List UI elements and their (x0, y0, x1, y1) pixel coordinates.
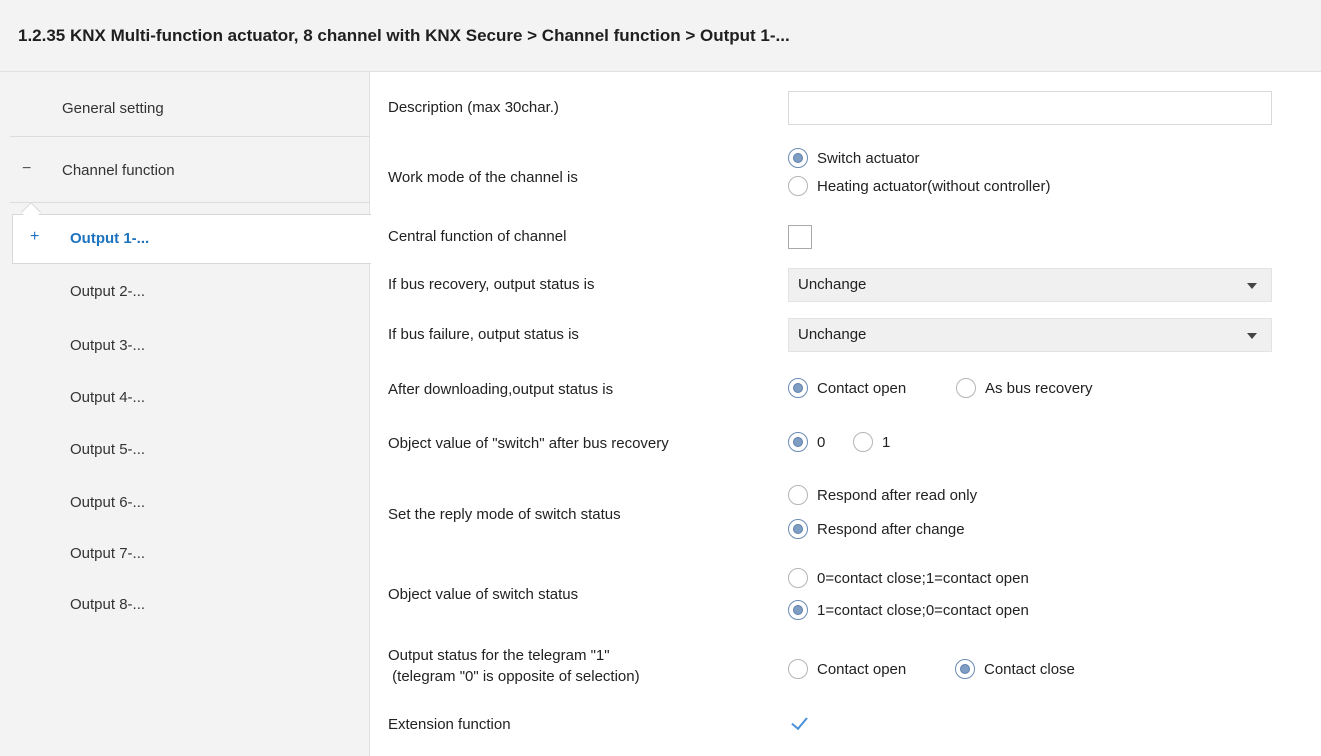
chevron-down-icon (1247, 333, 1257, 339)
radio-label: 0 (817, 433, 826, 451)
sidebar-item-label: Output 3-... (70, 337, 146, 354)
central-function-checkbox[interactable] (788, 225, 812, 249)
checkmark-icon[interactable] (788, 712, 812, 736)
divider (10, 202, 370, 203)
sidebar-item-output-6[interactable]: Output 6-... (0, 488, 370, 518)
window-title: 1.2.35 KNX Multi-function actuator, 8 ch… (18, 26, 790, 45)
bus-failure-select[interactable]: Unchange (788, 318, 1272, 352)
radio-label: As bus recovery (985, 379, 1093, 397)
radio-label: 0=contact close;1=contact open (817, 569, 1029, 587)
sidebar-item-output-5[interactable]: Output 5-... (0, 435, 370, 465)
sidebar-item-output-1[interactable]: + Output 1-... (0, 224, 370, 254)
sidebar-item-output-4[interactable]: Output 4-... (0, 383, 370, 413)
radio-respond-read-only[interactable]: Respond after read only (788, 485, 977, 505)
radio-unselected-icon (788, 176, 808, 196)
radio-unselected-icon (853, 432, 873, 452)
sidebar: General setting − Channel function (0, 72, 370, 756)
description-label: Description (max 30char.) (388, 99, 559, 116)
radio-as-bus-recovery[interactable]: As bus recovery (956, 378, 1093, 398)
radio-telegram-contact-open[interactable]: Contact open (788, 659, 906, 679)
radio-value-0[interactable]: 0 (788, 432, 825, 452)
object-switch-label: Object value of "switch" after bus recov… (388, 435, 669, 452)
radio-label: Respond after read only (817, 486, 978, 504)
radio-selected-icon (788, 600, 808, 620)
divider (10, 136, 370, 137)
radio-label: Contact close (984, 660, 1075, 678)
radio-unselected-icon (956, 378, 976, 398)
extension-label: Extension function (388, 716, 511, 733)
radio-telegram-contact-close[interactable]: Contact close (955, 659, 1075, 679)
radio-selected-icon (955, 659, 975, 679)
work-mode-label: Work mode of the channel is (388, 169, 578, 186)
sidebar-item-label: Channel function (62, 162, 175, 179)
radio-contact-open[interactable]: Contact open (788, 378, 906, 398)
radio-switch-actuator[interactable]: Switch actuator (788, 148, 920, 168)
sidebar-item-label: Output 7-... (70, 545, 146, 562)
radio-selected-icon (788, 148, 808, 168)
radio-value-1[interactable]: 1 (853, 432, 890, 452)
radio-selected-icon (788, 519, 808, 539)
description-input[interactable] (788, 91, 1272, 125)
sidebar-item-label: General setting (62, 100, 164, 117)
radio-selected-icon (788, 378, 808, 398)
radio-heating-actuator[interactable]: Heating actuator(without controller) (788, 176, 1050, 196)
radio-label: Respond after change (817, 520, 965, 538)
radio-unselected-icon (788, 659, 808, 679)
sidebar-item-label: Output 8-... (70, 596, 146, 613)
radio-unselected-icon (788, 568, 808, 588)
radio-respond-after-change[interactable]: Respond after change (788, 519, 965, 539)
sidebar-item-label: Output 5-... (70, 441, 146, 458)
select-value: Unchange (798, 276, 867, 293)
radio-label: Contact open (817, 660, 907, 678)
radio-label: 1 (882, 433, 891, 451)
radio-contact-close-0[interactable]: 0=contact close;1=contact open (788, 568, 1029, 588)
bus-recovery-label: If bus recovery, output status is (388, 276, 595, 293)
radio-selected-icon (788, 432, 808, 452)
telegram-label-line2: (telegram "0" is opposite of selection) (388, 668, 640, 685)
expand-icon[interactable]: + (30, 228, 39, 246)
sidebar-item-label: Output 4-... (70, 389, 146, 406)
radio-contact-close-1[interactable]: 1=contact close;0=contact open (788, 600, 1029, 620)
object-value-label: Object value of switch status (388, 586, 579, 603)
sidebar-item-output-3[interactable]: Output 3-... (0, 331, 370, 361)
after-download-label: After downloading,output status is (388, 381, 614, 398)
radio-label: 1=contact close;0=contact open (817, 601, 1029, 619)
sidebar-item-output-8[interactable]: Output 8-... (0, 590, 370, 620)
sidebar-item-output-7[interactable]: Output 7-... (0, 539, 370, 569)
sidebar-item-channel-function[interactable]: − Channel function (0, 152, 370, 188)
central-function-label: Central function of channel (388, 228, 567, 245)
sidebar-item-general-setting[interactable]: General setting (0, 90, 370, 126)
radio-label: Contact open (817, 379, 907, 397)
bus-failure-label: If bus failure, output status is (388, 326, 579, 343)
sidebar-item-label: Output 1-... (70, 230, 150, 247)
radio-unselected-icon (788, 485, 808, 505)
parameter-panel: Description (max 30char.) Work mode of t… (371, 72, 1321, 756)
collapse-icon[interactable]: − (22, 160, 31, 178)
chevron-down-icon (1247, 283, 1257, 289)
bus-recovery-select[interactable]: Unchange (788, 268, 1272, 302)
radio-label: Switch actuator (817, 149, 920, 167)
sidebar-item-label: Output 6-... (70, 494, 146, 511)
reply-mode-label: Set the reply mode of switch status (388, 506, 621, 523)
title-bar: 1.2.35 KNX Multi-function actuator, 8 ch… (0, 0, 1321, 72)
select-value: Unchange (798, 326, 867, 343)
telegram-label-line1: Output status for the telegram "1" (388, 647, 610, 664)
radio-label: Heating actuator(without controller) (817, 177, 1051, 195)
sidebar-item-output-2[interactable]: Output 2-... (0, 277, 370, 307)
sidebar-item-label: Output 2-... (70, 283, 146, 300)
